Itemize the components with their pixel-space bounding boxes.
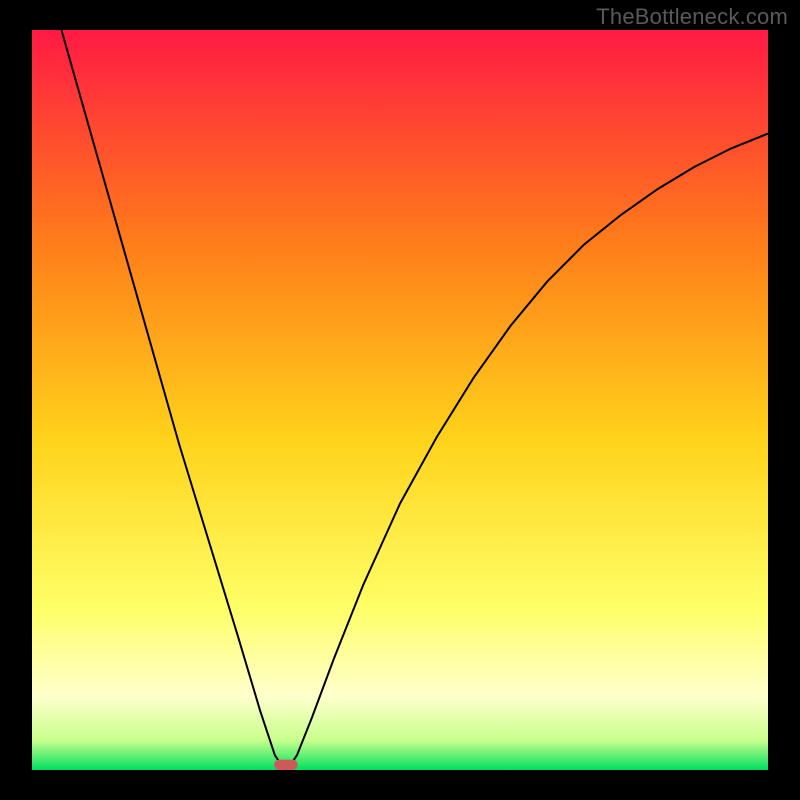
plot-area	[32, 30, 768, 770]
chart-svg	[32, 30, 768, 770]
optimal-point-marker	[274, 760, 298, 770]
chart-outer-frame: TheBottleneck.com	[0, 0, 800, 800]
gradient-background	[32, 30, 768, 770]
watermark-text: TheBottleneck.com	[596, 4, 788, 30]
